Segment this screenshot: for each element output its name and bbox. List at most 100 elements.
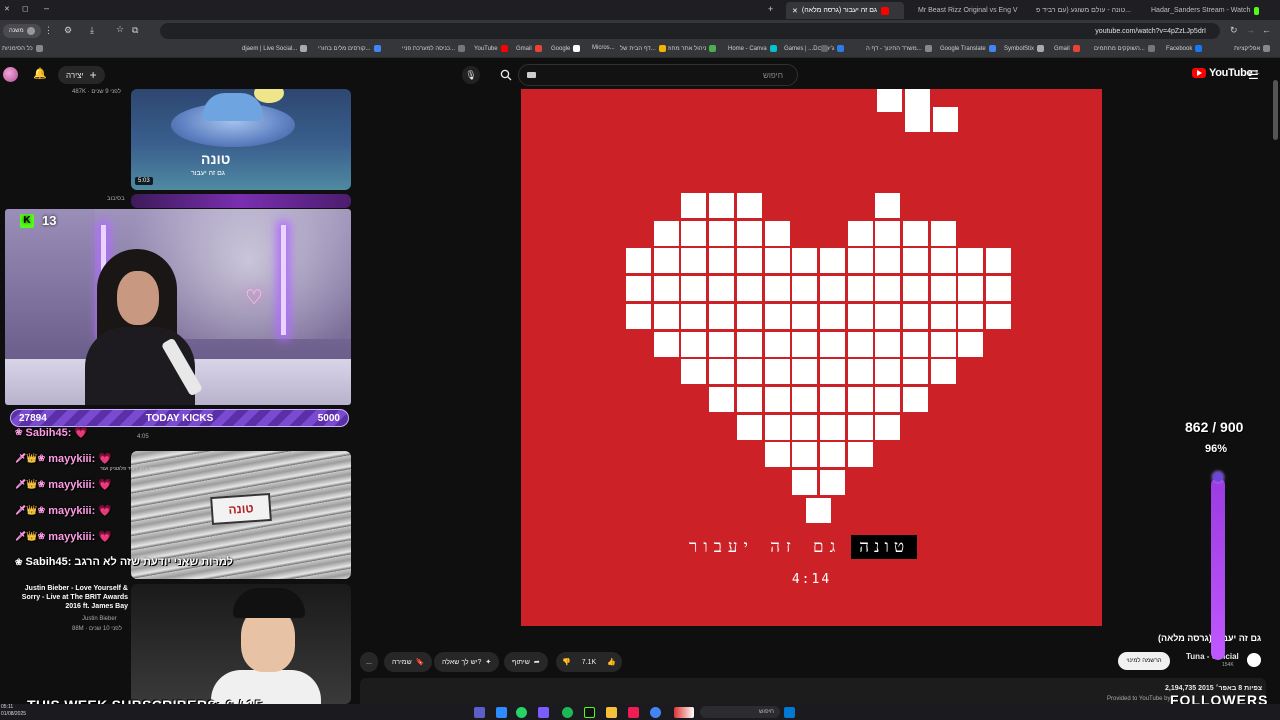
google-icon — [573, 45, 581, 52]
app-icon[interactable] — [584, 707, 595, 718]
back-icon[interactable]: ← — [1262, 25, 1271, 35]
reload-icon[interactable]: ↻ — [1230, 25, 1238, 36]
tab-tuna-olam[interactable]: טונה - עולם משוגע (עם רביד פ... — [1030, 2, 1140, 19]
spotify-icon[interactable] — [562, 707, 573, 718]
kick-viewer-count: K 13 — [20, 213, 56, 228]
dislike-icon[interactable]: 👎 — [562, 658, 571, 666]
heart-pixel — [709, 359, 735, 385]
close-tab-icon[interactable]: ✕ — [792, 7, 798, 15]
bookmark-item[interactable]: השוקקים מתחמים... — [1094, 45, 1155, 52]
bookmark-star-icon[interactable]: ☆ — [116, 24, 124, 35]
install-icon[interactable]: ⧉ — [132, 25, 138, 36]
avatar[interactable] — [3, 67, 18, 82]
bookmark-item[interactable]: אפליקציות — [1234, 45, 1271, 52]
folder-icon — [924, 45, 932, 52]
app-icon[interactable] — [538, 707, 549, 718]
heart-pixel — [792, 331, 818, 357]
bookmark-item[interactable]: Home - Canva — [728, 45, 777, 52]
taskbar-clock[interactable]: 05:11 01/08/2025 — [1, 704, 26, 718]
tab-hadar-stream[interactable]: Hadar_Sanders Stream - Watch — [1145, 2, 1265, 19]
heart-pixel — [792, 276, 818, 302]
save-button[interactable]: שמירה 🔖 — [384, 652, 433, 672]
file-explorer-icon[interactable] — [606, 707, 617, 718]
goal-label: TODAY KICKS — [145, 412, 214, 424]
heart-pixel — [709, 193, 735, 218]
search-input[interactable]: חיפוש — [518, 64, 798, 86]
recommended-video-thumbnail[interactable] — [131, 584, 351, 704]
bookmark-item[interactable]: כניסה למערכת פניי... — [402, 45, 465, 52]
app-icon[interactable] — [496, 707, 507, 718]
bookmark-icon: 🔖 — [415, 659, 425, 666]
profile-button[interactable]: משנה — [3, 24, 41, 38]
chrome-icon[interactable] — [650, 707, 661, 718]
download-icon[interactable]: ⤓ — [90, 25, 94, 36]
hamburger-menu-icon[interactable]: ☰ — [1248, 68, 1259, 82]
teams-icon[interactable] — [474, 707, 485, 718]
more-actions-button[interactable]: ... — [360, 652, 378, 672]
heart-pixel — [709, 331, 735, 357]
bookmark-item[interactable]: YouTube — [474, 45, 508, 52]
heart-pixel — [875, 386, 901, 412]
maximize-window-icon[interactable]: ◻ — [22, 4, 29, 13]
tab-mrbeast[interactable]: Mr Beast Rizz Original vs Eng V — [912, 2, 1024, 19]
bookmark-item[interactable]: Facebook — [1166, 45, 1203, 52]
bookmark-item[interactable]: Gmail — [516, 45, 542, 52]
like-icon[interactable]: 👍 — [607, 658, 616, 666]
taskbar-search[interactable]: חיפוש — [700, 706, 780, 718]
bookmark-item[interactable]: משרד החינוך - דף ה... — [866, 45, 932, 52]
folder-icon — [35, 45, 43, 52]
followers-count: 862 / 900 — [1185, 419, 1244, 435]
bookmark-item[interactable]: ניהול אתר מחוז — [668, 45, 717, 52]
address-bar[interactable]: youtube.com/watch?v=4pZzLJp5drI — [160, 23, 1220, 39]
heart-pixel — [986, 276, 1012, 302]
bookmark-item[interactable]: Games | ...D — [784, 45, 828, 52]
bookmark-item[interactable]: SymbolStix — [1004, 45, 1045, 52]
bookmark-item[interactable]: קורסים מלים בחורי... — [318, 45, 381, 52]
menu-dots-icon[interactable]: ⋮ — [44, 25, 53, 36]
tab-current-video[interactable]: ✕ גם זה יעבור (גרסה מלאה) — [786, 2, 904, 19]
heart-pixel — [736, 193, 762, 218]
url-text: youtube.com/watch?v=4pZzLJp5drI — [1095, 27, 1206, 35]
new-tab-icon[interactable]: + — [768, 4, 773, 14]
duration-badge: 4:05 — [137, 434, 149, 440]
recommended-video-channel[interactable]: Justin Bieber — [82, 616, 117, 622]
whatsapp-icon[interactable] — [516, 707, 527, 718]
recommended-video-thumbnail[interactable]: טונה גם זה יעבור 5:03 — [131, 89, 351, 190]
bookmark-item[interactable]: Gmail — [1054, 45, 1080, 52]
page-scrollbar[interactable] — [1273, 80, 1278, 140]
minimize-window-icon[interactable]: – — [44, 3, 49, 13]
recommended-video-title[interactable]: Justin Bieber - Love Yourself & Sorry - … — [6, 584, 128, 611]
bookmark-item[interactable]: דף הבית של... — [620, 45, 666, 52]
share-button[interactable]: שיתוף ➦ — [504, 652, 548, 672]
ask-button[interactable]: יש לך שאלה? ✦ — [434, 652, 500, 672]
heart-pixel — [819, 303, 845, 329]
bookmark-item[interactable]: כל הסימניות — [2, 45, 43, 52]
video-player[interactable]: גם זה יעבור טונה 4:14 — [521, 89, 1102, 626]
heart-pixel — [819, 442, 845, 468]
heart-pixel — [626, 303, 651, 329]
tiktok-icon[interactable] — [628, 707, 639, 718]
app-icon[interactable] — [674, 707, 694, 718]
extensions-icon[interactable]: ⚙ — [64, 25, 72, 36]
profile-avatar-icon — [26, 27, 35, 35]
bookmark-item[interactable]: Micros... — [592, 45, 615, 51]
voice-search-button[interactable]: 🎙 — [462, 66, 480, 84]
heart-pixel — [736, 303, 762, 329]
keyboard-icon[interactable] — [527, 72, 536, 78]
bookmark-item[interactable]: Google Translate — [940, 45, 996, 52]
bookmark-item[interactable]: djaem | Live Social... — [242, 45, 308, 52]
bookmark-item[interactable]: Google — [551, 45, 581, 52]
subscribe-button[interactable]: הרשמה למינוי — [1118, 652, 1170, 670]
forward-icon[interactable]: → — [1246, 25, 1255, 35]
search-button[interactable] — [494, 64, 518, 86]
channel-avatar[interactable] — [1247, 653, 1261, 667]
bell-icon[interactable]: 🔔 — [33, 67, 47, 80]
heart-pixel — [847, 331, 873, 357]
followers-progress-knob — [1213, 472, 1223, 482]
thumb-title: טונה — [210, 492, 272, 526]
windows-start-icon[interactable] — [784, 707, 795, 718]
recommended-video-thumbnail[interactable] — [131, 194, 351, 208]
streamer-illustration — [117, 271, 159, 325]
close-window-icon[interactable]: ✕ — [4, 5, 10, 13]
create-button[interactable]: יצירה + — [58, 66, 105, 84]
